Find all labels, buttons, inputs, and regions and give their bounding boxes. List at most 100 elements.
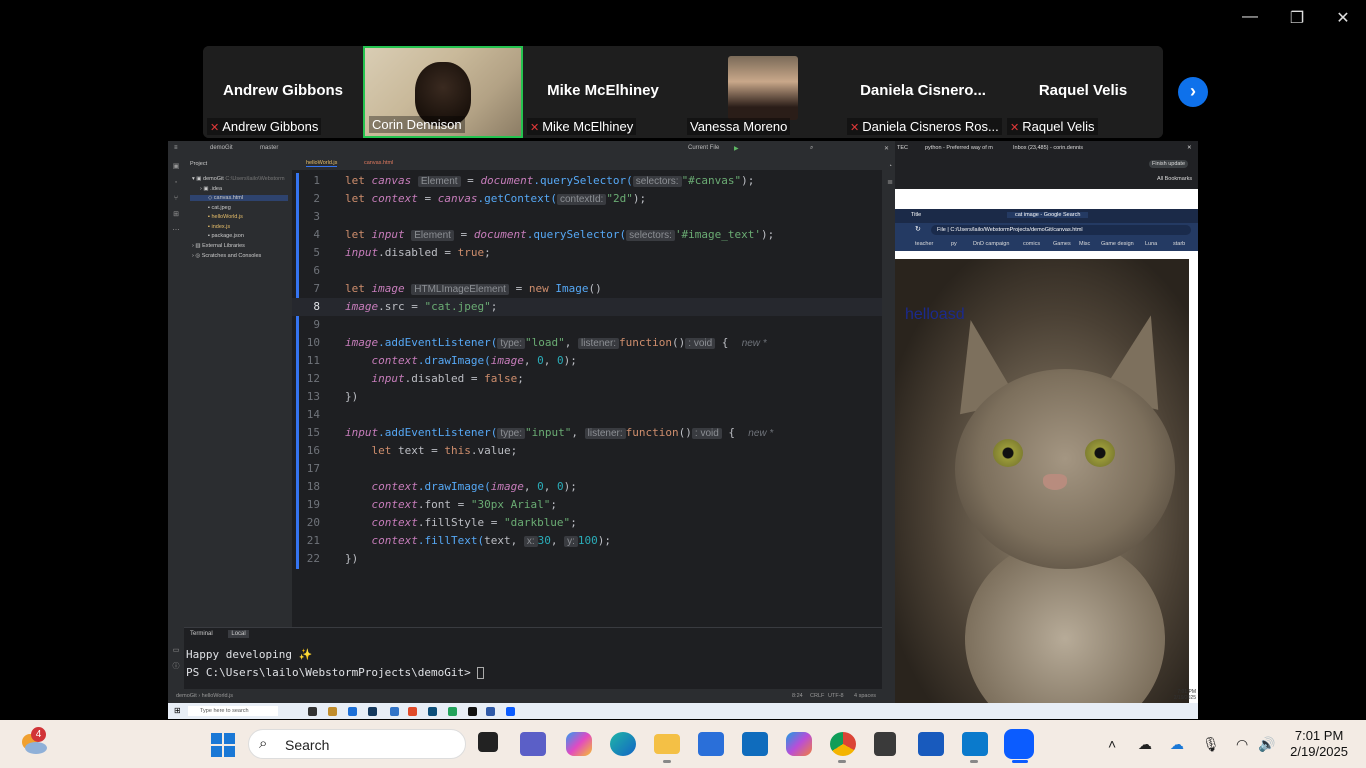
participant-tile-vanessa[interactable]: Vanessa Moreno xyxy=(683,46,843,138)
teams-icon[interactable] xyxy=(520,732,546,756)
chevron-up-icon[interactable]: ˄ xyxy=(1108,736,1116,752)
structure-icon[interactable]: ⊞ xyxy=(172,211,180,219)
ide-menu-icon[interactable]: ≡ xyxy=(174,145,178,151)
tree-item-external-libraries[interactable]: › ▥ External Libraries xyxy=(192,243,245,249)
minimize-button[interactable]: — xyxy=(1238,8,1262,26)
remote-app-icon[interactable] xyxy=(468,707,477,716)
tree-item-index-js[interactable]: ▪ index.js xyxy=(208,224,230,230)
page-canvas[interactable]: helloasd xyxy=(895,259,1189,703)
bookmark[interactable]: Game design xyxy=(1101,241,1134,247)
windows-icon[interactable]: ⊞ xyxy=(174,706,181,715)
task-view-icon[interactable] xyxy=(478,732,498,752)
tab-terminal[interactable]: Terminal xyxy=(190,631,213,637)
problems-icon[interactable]: ⓘ xyxy=(172,663,180,671)
close-button[interactable]: ✕ xyxy=(1331,8,1355,28)
remote-app-icon[interactable] xyxy=(408,707,417,716)
database-icon[interactable]: ≣ xyxy=(886,179,894,187)
cloud-icon[interactable]: ☁ xyxy=(1138,736,1152,753)
remote-app-icon[interactable] xyxy=(348,707,357,716)
git-icon[interactable]: ⑂ xyxy=(172,195,180,203)
status-indent[interactable]: 4 spaces xyxy=(854,693,876,699)
word-icon[interactable] xyxy=(918,732,944,756)
close-icon[interactable]: ✕ xyxy=(1187,145,1192,151)
file-explorer-icon[interactable] xyxy=(654,734,680,754)
tree-item-scratches[interactable]: › ◎ Scratches and Consoles xyxy=(192,253,261,259)
wifi-icon[interactable]: ◠ xyxy=(1236,736,1248,753)
browser-tab[interactable]: Inbox (23,485) - corin.dennis xyxy=(1013,145,1093,151)
remote-app-icon[interactable] xyxy=(328,707,337,716)
remote-search-box[interactable]: Type here to search xyxy=(188,706,278,716)
store-icon[interactable] xyxy=(698,732,724,756)
status-encoding[interactable]: UTF-8 xyxy=(828,693,844,699)
bookmark[interactable]: Games xyxy=(1053,241,1071,247)
tree-item-cat-jpeg[interactable]: ▪ cat.jpeg xyxy=(208,205,231,211)
vscode-icon[interactable] xyxy=(962,732,988,756)
mic-icon[interactable]: 🎙 xyxy=(1202,736,1220,753)
zoom-icon[interactable] xyxy=(1004,729,1034,759)
remote-app-icon[interactable] xyxy=(486,707,495,716)
remote-app-icon[interactable] xyxy=(448,707,457,716)
status-caret-pos[interactable]: 8:24 xyxy=(792,693,803,699)
bookmark[interactable]: py xyxy=(951,241,957,247)
onedrive-icon[interactable]: ☁ xyxy=(1170,736,1184,753)
bookmark[interactable]: starb xyxy=(1173,241,1185,247)
chrome-icon[interactable] xyxy=(830,732,856,756)
participant-tile-mike[interactable]: Mike McElhiney ✕ Mike McElhiney xyxy=(523,46,683,138)
reload-icon[interactable]: ↻ xyxy=(915,225,921,233)
next-page-button[interactable]: › xyxy=(1178,77,1208,107)
restore-button[interactable]: ❐ xyxy=(1285,8,1309,28)
close-icon[interactable]: ✕ xyxy=(884,145,889,152)
participant-tile-raquel[interactable]: Raquel Velis ✕ Raquel Velis xyxy=(1003,46,1163,138)
url-field[interactable]: File | C:/Users/lailo/WebstormProjects/d… xyxy=(931,225,1191,235)
inner-tab-google[interactable]: cat image - Google Search xyxy=(1007,212,1089,218)
inner-tab-title[interactable]: Title xyxy=(911,212,921,218)
code-editor[interactable]: helloWorld.js canvas.html 1 let canvas El… xyxy=(292,157,882,627)
tree-item-helloworld-js[interactable]: ▪ helloWorld.js xyxy=(208,214,243,220)
participant-tile-andrew[interactable]: Andrew Gibbons ✕ Andrew Gibbons xyxy=(203,46,363,138)
search-box[interactable]: ⌕ Search xyxy=(248,729,466,759)
m365-icon[interactable] xyxy=(786,732,812,756)
project-menu[interactable]: demoGit xyxy=(210,145,233,151)
tab-helloworld-js[interactable]: helloWorld.js xyxy=(306,160,338,167)
browser-tab[interactable]: python - Preferred way of m xyxy=(925,145,995,151)
terminal-icon[interactable]: ▭ xyxy=(172,647,180,655)
remote-app-icon[interactable] xyxy=(506,707,515,716)
status-breadcrumb[interactable]: demoGit › helloWorld.js xyxy=(176,693,233,699)
tab-local[interactable]: Local xyxy=(228,630,249,638)
remote-app-icon[interactable] xyxy=(390,707,399,716)
participant-tile-corin[interactable]: Corin Dennison xyxy=(363,46,523,138)
search-icon[interactable]: ⌕ xyxy=(810,145,813,152)
finish-update-button[interactable]: Finish update xyxy=(1149,160,1189,168)
notifications-icon[interactable]: ◔ xyxy=(886,163,894,171)
status-line-sep[interactable]: CRLF xyxy=(810,693,824,699)
outlook-icon[interactable] xyxy=(742,732,768,756)
branch-menu[interactable]: master xyxy=(260,145,278,151)
browser-tab[interactable]: TEC xyxy=(897,145,908,151)
all-bookmarks[interactable]: All Bookmarks xyxy=(1157,176,1192,182)
bookmark[interactable]: Luna xyxy=(1145,241,1157,247)
copilot-icon[interactable] xyxy=(566,732,592,756)
terminal-panel[interactable]: Terminal Local Happy developing ✨ PS C:\… xyxy=(184,627,882,689)
volume-icon[interactable]: 🔊 xyxy=(1258,736,1275,753)
bookmark[interactable]: comics xyxy=(1023,241,1040,247)
run-icon[interactable]: ▶ xyxy=(734,145,739,152)
remote-app-icon[interactable] xyxy=(428,707,437,716)
tab-canvas-html[interactable]: canvas.html xyxy=(364,160,393,166)
bookmark[interactable]: Misc xyxy=(1079,241,1090,247)
taskbar-clock[interactable]: 7:01 PM 2/19/2025 xyxy=(1290,728,1348,760)
bookmark[interactable]: DnD campaign xyxy=(973,241,1009,247)
tree-item-package-json[interactable]: ▪ package.json xyxy=(208,233,244,239)
tree-item-canvas-html[interactable]: ◇ canvas.html xyxy=(190,195,288,201)
terminal-prompt[interactable]: PS C:\Users\lailo\WebstormProjects\demoG… xyxy=(186,666,485,679)
folder-icon[interactable]: ▣ xyxy=(172,163,180,171)
tree-item-demogit[interactable]: ▾ ▣ demoGit C:\Users\lailo\Webstorm xyxy=(192,176,285,182)
calculator-icon[interactable] xyxy=(874,732,896,756)
run-config-menu[interactable]: Current File xyxy=(688,145,719,151)
commit-icon[interactable]: ◦ xyxy=(172,179,180,187)
tree-item-idea[interactable]: › ▣ .idea xyxy=(200,186,222,192)
more-icon[interactable]: ⋯ xyxy=(172,227,180,235)
edge-icon[interactable] xyxy=(610,732,636,756)
remote-app-icon[interactable] xyxy=(368,707,377,716)
bookmark[interactable]: teacher xyxy=(915,241,933,247)
participant-tile-daniela[interactable]: Daniela Cisnero... ✕ Daniela Cisneros Ros… xyxy=(843,46,1003,138)
